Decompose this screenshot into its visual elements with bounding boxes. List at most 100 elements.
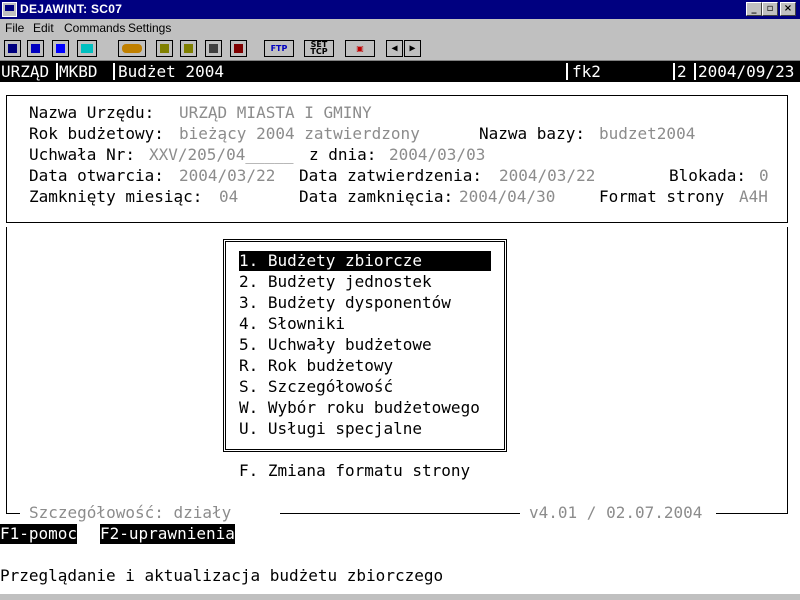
maximize-button[interactable]: ▫ [762,2,778,16]
print-button[interactable] [205,40,222,57]
format-value: A4H [739,187,768,206]
app-icon[interactable] [2,2,17,17]
prev-button[interactable]: ◀ [386,40,403,57]
status-separator [56,63,58,80]
menu-item-key: 3 [239,293,249,312]
menu-item-budzety-jednostek[interactable]: 2. Budżety jednostek [239,272,432,292]
dbname-label: Nazwa bazy: [479,124,585,143]
menu-item-rok-budzetowy[interactable]: R. Rok budżetowy [239,356,393,376]
f2-permissions-key[interactable]: F2-uprawnienia [100,524,235,544]
menu-item-uchwaly-budzetowe[interactable]: 5. Uchwały budżetowe [239,335,432,355]
menu-item-budzety-zbiorcze[interactable]: 1. Budżety zbiorcze [239,251,491,271]
menu-settings[interactable]: Settings [128,21,171,35]
year-value: bieżący 2004 zatwierdzony [179,124,420,143]
menu-item-label: . Rok budżetowy [248,356,394,375]
settings-tcp-button[interactable]: SET TCP [304,40,334,57]
title-bar[interactable]: DEJAWINT: SC07 _ ▫ × [0,0,800,19]
menu-item-label: . Budżety dysponentów [248,293,451,312]
menu-item-label: . Budżety jednostek [248,272,432,291]
status-date: 2004/09/23 [698,62,795,81]
hint-text: Przeglądanie i aktualizacja budżetu zbio… [0,566,444,585]
connect-button[interactable] [118,40,146,57]
open-date-value: 2004/03/22 [179,166,276,185]
lock-label: Blokada: [669,166,747,185]
close-date-value: 2004/04/30 [459,187,556,206]
telnet-button[interactable]: ▣ [345,40,375,57]
status-office: URZĄD [1,62,50,81]
office-label: Nazwa Urzędu: [29,103,155,122]
menu-edit[interactable]: Edit [33,21,54,35]
menu-item-key: 2 [239,272,249,291]
year-label: Rok budżetowy: [29,124,164,143]
monitor-icon [8,44,17,53]
menu-item-key: 1 [239,251,249,270]
menu-item-label: . Uchwały budżetowe [248,335,432,354]
menu-item-slowniki[interactable]: 4. Słowniki [239,314,345,334]
status-separator [673,63,675,80]
office-value: URZĄD MIASTA I GMINY [179,103,372,122]
terminal-screen[interactable]: URZĄD MKBD Budżet 2004 fk2 2 2004/09/23 … [0,61,800,600]
next-button[interactable]: ▶ [404,40,421,57]
menu-item-zmiana-formatu[interactable]: F. Zmiana formatu strony [239,461,470,481]
screen-mode-3-button[interactable] [52,40,69,57]
link-icon [122,44,142,53]
open-date-label: Data otwarcia: [29,166,164,185]
status-separator [694,63,696,80]
menu-item-key: R [239,356,249,375]
minimize-button[interactable]: _ [746,2,762,16]
resolution-date-label: z dnia: [309,145,377,164]
main-frame-bottom-right [716,513,788,514]
menu-item-szczegolowosc[interactable]: S. Szczegółowość [239,377,393,397]
menu-item-key: S [239,377,249,396]
menu-item-label: . Szczegółowość [248,377,394,396]
tcp-label: TCP [310,47,328,56]
lock-value: 0 [759,166,769,185]
window-title: DEJAWINT: SC07 [20,2,123,16]
close-date-label: Data zamknięcia: [299,187,454,206]
f1-help-key[interactable]: F1-pomoc [0,524,78,544]
monitor-icon [31,44,40,53]
menu-item-key: U [239,419,249,438]
menu-item-label: . Budżety zbiorcze [248,251,423,270]
menu-file[interactable]: File [5,21,24,35]
status-module: Budżet 2004 [118,62,224,81]
status-user: fk2 [572,62,601,81]
approve-date-label: Data zatwierdzenia: [299,166,483,185]
main-frame-left [6,227,7,513]
menu-item-wybor-roku[interactable]: W. Wybór roku budżetowego [239,398,480,418]
print-icon [209,44,218,53]
send-button[interactable] [156,40,173,57]
detail-level: Szczegółowość: działy [29,503,232,522]
screen-mode-2-button[interactable] [27,40,44,57]
menu-item-key: 4 [239,314,249,333]
approve-date-value: 2004/03/22 [499,166,596,185]
main-frame-bottom-mid [280,513,520,514]
resolution-date-value: 2004/03/03 [389,145,486,164]
ftp-button[interactable]: FTP [264,40,294,57]
status-separator [113,63,115,80]
arrow-right-icon: ▶ [409,43,416,54]
screen-mode-1-button[interactable] [4,40,21,57]
menu-item-label: . Wybór roku budżetowego [248,398,480,417]
menu-bar: File Edit Commands Settings [0,19,800,37]
version-info: v4.01 / 02.07.2004 [529,503,703,522]
receive-button[interactable] [180,40,197,57]
status-num: 2 [677,62,687,81]
main-frame-bottom-left [6,513,20,514]
menu-commands[interactable]: Commands [64,21,125,35]
menu-item-label: . Słowniki [248,314,345,333]
menu-item-budzety-dysponentow[interactable]: 3. Budżety dysponentów [239,293,451,313]
toolbar: FTP SET TCP ▣ ◀ ▶ [0,37,800,61]
bottom-scroll-edge [0,594,800,600]
close-button[interactable]: × [780,2,796,16]
status-bar: URZĄD MKBD Budżet 2004 fk2 2 2004/09/23 [0,61,800,82]
menu-item-uslugi-specjalne[interactable]: U. Usługi specjalne [239,419,422,439]
help-icon [234,44,243,53]
status-db: MKBD [59,62,98,81]
closed-month-label: Zamknięty miesiąc: [29,187,203,206]
send-icon [160,44,169,53]
screen-mode-4-button[interactable] [77,40,97,57]
menu-item-label: . Usługi specjalne [248,419,423,438]
help-button[interactable] [230,40,247,57]
menu-item-key: W [239,398,249,417]
